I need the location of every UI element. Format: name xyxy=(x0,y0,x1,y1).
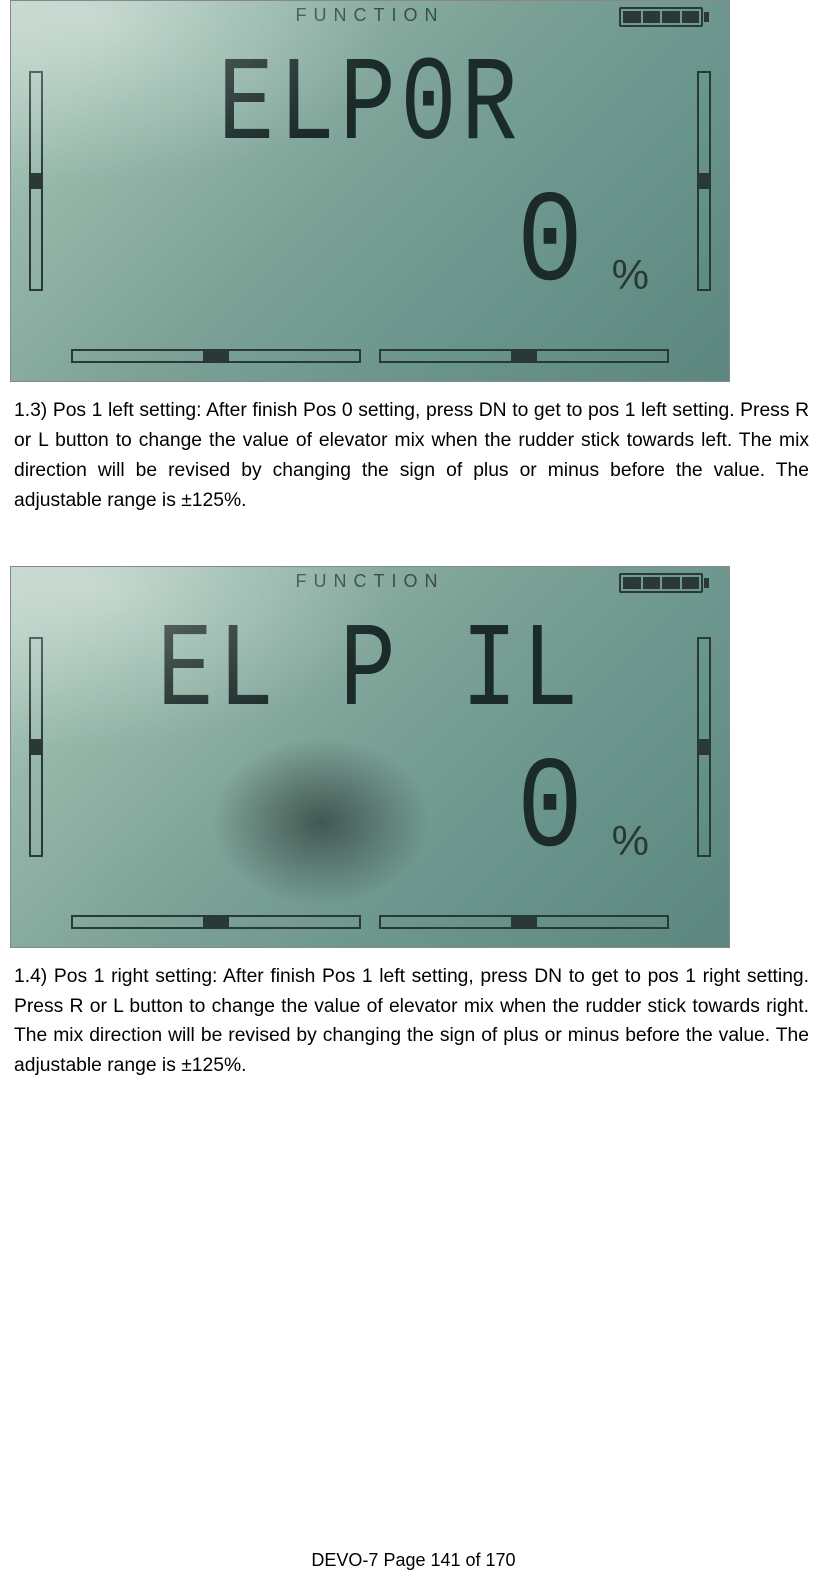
trim-gauge-bottom-left xyxy=(71,915,361,929)
trim-gauge-right xyxy=(697,637,711,857)
lcd-value: 0 xyxy=(517,747,583,877)
battery-icon xyxy=(619,7,709,27)
trim-gauge-right xyxy=(697,71,711,291)
trim-gauge-left xyxy=(29,637,43,857)
percent-symbol: % xyxy=(612,817,649,865)
trim-gauge-bottom-right xyxy=(379,349,669,363)
paragraph-1-4: 1.4) Pos 1 right setting: After finish P… xyxy=(14,962,809,1082)
trim-gauge-left xyxy=(29,71,43,291)
lcd-photo-1: FUNCTION ELP0R 0 % xyxy=(10,0,730,382)
function-label: FUNCTION xyxy=(296,571,445,592)
lcd-line1: EL P IL xyxy=(90,613,650,733)
lcd-photo-2: FUNCTION EL P IL 0 % xyxy=(10,566,730,948)
trim-gauge-bottom-right xyxy=(379,915,669,929)
trim-gauge-bottom-left xyxy=(71,349,361,363)
lcd-line1: ELP0R xyxy=(90,47,650,167)
percent-symbol: % xyxy=(612,251,649,299)
function-label: FUNCTION xyxy=(296,5,445,26)
paragraph-1-3: 1.3) Pos 1 left setting: After finish Po… xyxy=(14,396,809,516)
lcd-value: 0 xyxy=(517,181,583,311)
battery-icon xyxy=(619,573,709,593)
page-footer: DEVO-7 Page 141 of 170 xyxy=(0,1550,827,1571)
